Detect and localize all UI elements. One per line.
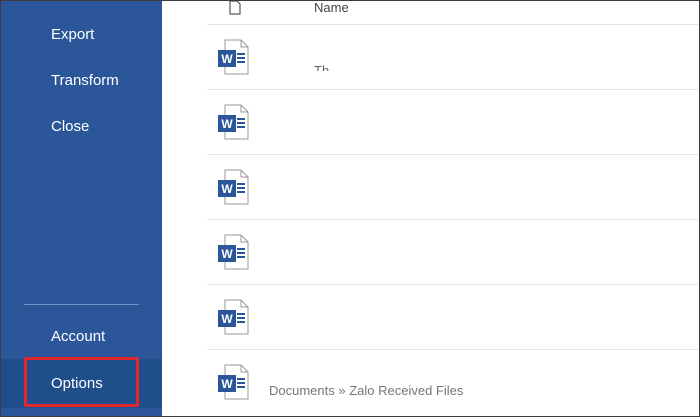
file-row[interactable]: W <box>207 90 699 155</box>
sidebar-separator <box>24 304 139 305</box>
backstage-sidebar: Export Transform Close Account Options <box>1 1 162 416</box>
file-row[interactable]: W <box>207 220 699 285</box>
file-path: Documents » Zalo Received Files <box>269 385 464 398</box>
svg-text:W: W <box>221 117 233 131</box>
svg-text:W: W <box>221 377 233 391</box>
svg-text:W: W <box>221 52 233 66</box>
word-document-icon: W <box>218 104 249 140</box>
file-row[interactable]: W Th <box>207 25 699 90</box>
word-document-icon: W <box>218 234 249 270</box>
options-highlight-box <box>24 357 139 407</box>
file-list-panel: Name W Th W W W W W Documents » Zalo Rec… <box>162 1 699 416</box>
svg-text:W: W <box>221 247 233 261</box>
file-row[interactable]: W 2 ( <box>207 285 699 350</box>
sidebar-item-export[interactable]: Export <box>1 15 162 55</box>
sidebar-item-close[interactable]: Close <box>1 107 162 147</box>
word-document-icon: W <box>218 169 249 205</box>
window-frame: Export Transform Close Account Options N… <box>0 0 700 417</box>
svg-text:W: W <box>221 182 233 196</box>
word-document-icon: W <box>218 299 249 335</box>
sidebar-item-account[interactable]: Account <box>1 317 162 357</box>
file-name: Th <box>314 63 330 71</box>
word-document-icon: W <box>218 364 249 400</box>
sidebar-item-transform[interactable]: Transform <box>1 61 162 101</box>
file-row[interactable]: W <box>207 155 699 220</box>
file-type-icon <box>229 1 241 15</box>
file-row[interactable]: W 2 ( <box>207 350 699 414</box>
svg-text:W: W <box>221 312 233 326</box>
word-document-icon: W <box>218 39 249 75</box>
column-name-header[interactable]: Name <box>314 1 349 15</box>
file-list-header: Name <box>207 1 699 25</box>
